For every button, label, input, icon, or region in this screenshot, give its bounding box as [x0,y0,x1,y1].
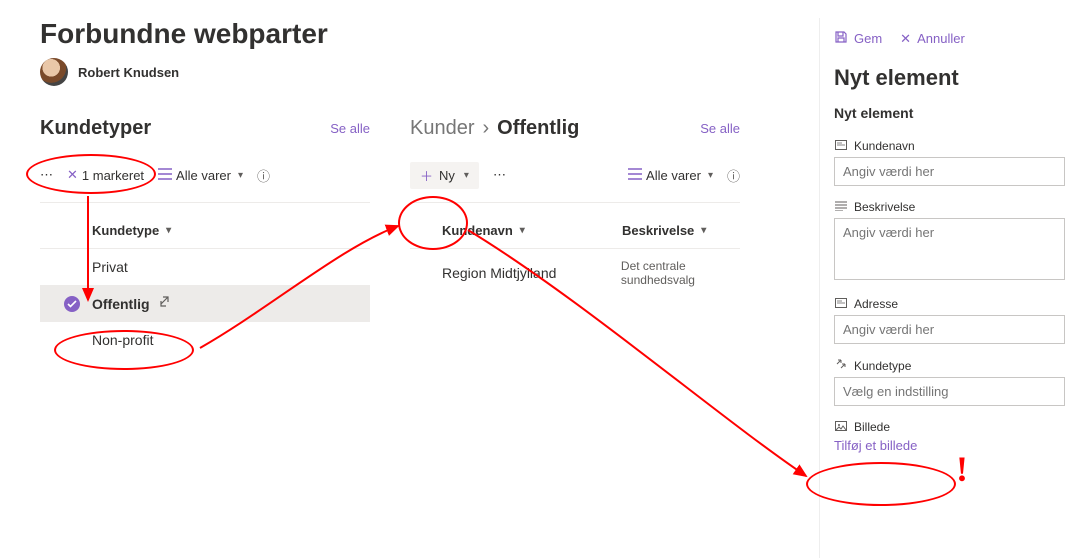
divider [410,202,740,203]
save-button[interactable]: Gem [834,30,882,47]
cell-kundetype: Offentlig [92,295,232,312]
view-switcher[interactable]: Alle varer ▾ [628,168,713,183]
cancel-label: Annuller [917,31,965,46]
lookup-icon [834,358,848,373]
close-icon: ✕ [67,167,78,183]
adresse-input[interactable] [834,315,1065,344]
plus-icon: ＋ [420,166,433,185]
info-button[interactable]: ⓘ [257,166,270,185]
new-item-panel: Gem ✕ Annuller Nyt element Nyt element K… [819,18,1079,558]
column-kundetype-label: Kundetype [92,223,159,238]
cell-text: Offentlig [92,296,150,312]
multiline-icon [834,200,848,214]
field-kundenavn: Kundenavn [834,139,1065,186]
author-name: Robert Knudsen [78,65,179,80]
view-switcher[interactable]: Alle varer ▾ [158,168,243,183]
panel-title: Nyt element [834,65,1065,91]
avatar [40,58,68,86]
cell-kundetype: Privat [92,259,232,275]
column-label: Kundenavn [442,223,513,238]
chevron-down-icon: ▾ [166,225,171,236]
chevron-down-icon: ▾ [238,170,243,181]
table-row[interactable]: Privat [40,249,370,285]
share-icon[interactable] [158,295,172,312]
see-all-link[interactable]: Se alle [330,121,370,136]
kundetyper-toolbar: ⋯ ✕ 1 markeret Alle varer ▾ ⓘ [40,160,370,190]
info-button[interactable]: ⓘ [727,166,740,185]
beskrivelse-input[interactable] [834,218,1065,280]
kunder-header: Kundenavn ▾ Beskrivelse ▾ [410,213,740,249]
cancel-button[interactable]: ✕ Annuller [900,30,965,47]
selected-count: 1 markeret [82,168,144,183]
save-icon [834,30,848,47]
kundenavn-input[interactable] [834,157,1065,186]
field-adresse: Adresse [834,297,1065,344]
field-kundetype: Kundetype [834,358,1065,406]
cell-kundenavn: Region Midtjylland [442,265,581,281]
panel-subtitle: Nyt element [834,105,1065,121]
kundetype-select[interactable] [834,377,1065,406]
kundetyper-webpart: Kundetyper Se alle ⋯ ✕ 1 markeret Alle v… [40,114,370,358]
new-label: Ny [439,168,455,183]
column-kundenavn[interactable]: Kundenavn ▾ [442,223,582,238]
column-label: Beskrivelse [622,223,694,238]
more-button[interactable]: ⋯ [493,167,506,183]
save-label: Gem [854,31,882,46]
kunder-webpart: Kunder › Offentlig Se alle ＋ Ny ▾ ⋯ Alle… [410,114,740,358]
kundetyper-header: Kundetype ▾ [40,213,370,249]
kunder-toolbar: ＋ Ny ▾ ⋯ Alle varer ▾ ⓘ [410,160,740,190]
breadcrumb-root[interactable]: Kunder [410,117,475,140]
field-label-text: Adresse [854,297,898,311]
field-label-text: Beskrivelse [854,200,915,214]
cell-kundetype: Non-profit [92,332,232,348]
add-image-link[interactable]: Tilføj et billede [834,438,1065,453]
text-field-icon [834,297,848,311]
table-row[interactable]: Offentlig [40,285,370,322]
breadcrumb-current: Offentlig [497,117,579,140]
text-field-icon [834,139,848,153]
column-beskrivelse[interactable]: Beskrivelse ▾ [622,223,706,238]
view-label: Alle varer [176,168,231,183]
see-all-link[interactable]: Se alle [700,121,740,136]
image-icon [834,420,848,434]
panel-actions: Gem ✕ Annuller [834,30,1065,47]
new-button[interactable]: ＋ Ny ▾ [410,162,479,189]
more-button[interactable]: ⋯ [40,167,53,183]
chevron-down-icon: ▾ [708,170,713,181]
view-label: Alle varer [646,168,701,183]
close-icon: ✕ [900,31,911,47]
field-label-text: Billede [854,420,890,434]
clear-selection-button[interactable]: ✕ 1 markeret [67,167,144,183]
checkmark-icon [64,296,80,312]
list-icon [628,168,642,183]
column-kundetype[interactable]: Kundetype ▾ [92,223,171,238]
field-label-text: Kundenavn [854,139,915,153]
chevron-down-icon: ▾ [520,225,525,236]
table-row[interactable]: Region Midtjylland Det centrale sundheds… [410,249,740,297]
field-label-text: Kundetype [854,359,911,373]
chevron-down-icon: ▾ [701,225,706,236]
kundetyper-title: Kundetyper [40,117,151,140]
chevron-down-icon: ▾ [464,170,469,181]
list-icon [158,168,172,183]
field-billede: Billede Tilføj et billede [834,420,1065,453]
breadcrumb: Kunder › Offentlig [410,117,579,140]
table-row[interactable]: Non-profit [40,322,370,358]
breadcrumb-separator: › [483,117,490,140]
field-beskrivelse: Beskrivelse [834,200,1065,283]
divider [40,202,370,203]
cell-beskrivelse: Det centrale sundhedsvalg [621,259,740,287]
